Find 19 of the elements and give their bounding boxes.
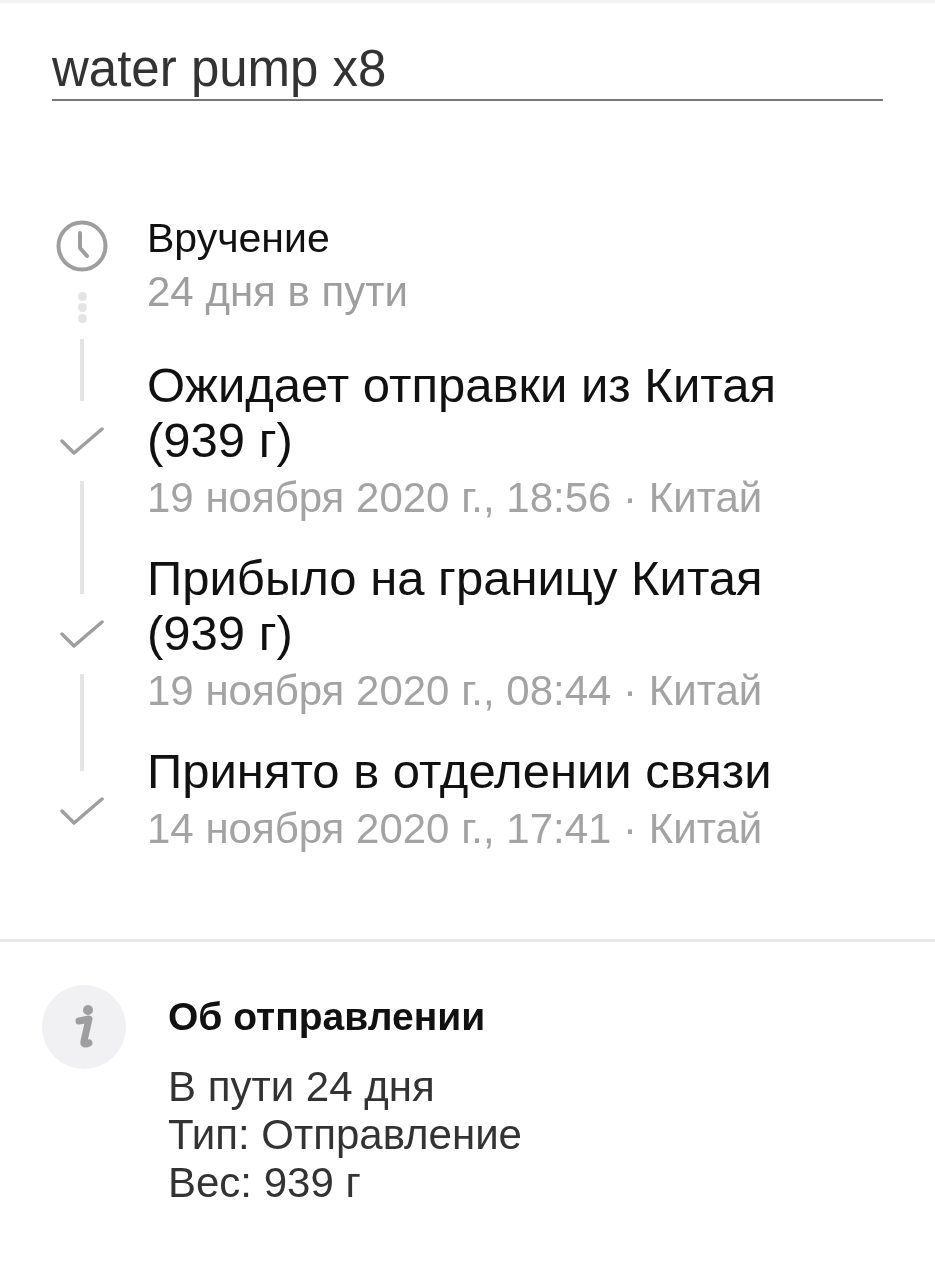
event-date: 19 ноября 2020 г., 08:44 · Китай [147,666,764,716]
info-line: В пути 24 дня [168,1063,436,1111]
check-icon [60,618,104,649]
event-title: Ожидает отправки из Китая (939 г) [147,358,777,468]
delivery-title: Вручение [147,214,331,263]
info-line: Вес: 939 г [168,1159,362,1207]
event-title: Принято в отделении связи [147,744,772,799]
check-icon [60,425,104,456]
event-date: 14 ноября 2020 г., 17:41 · Китай [147,804,764,854]
title-field[interactable]: water pump x8 [52,39,883,101]
delivery-status: 24 дня в пути [147,267,408,317]
event-title: Прибыло на границу Китая (939 г) [147,551,764,661]
event-date: 19 ноября 2020 г., 18:56 · Китай [147,473,764,523]
clock-icon [56,220,108,272]
info-line: Тип: Отправление [168,1111,522,1159]
info-icon [42,985,126,1069]
check-icon [60,796,104,826]
info-title: Об отправлении [168,995,487,1039]
dotted-connector-drawing [77,292,87,323]
